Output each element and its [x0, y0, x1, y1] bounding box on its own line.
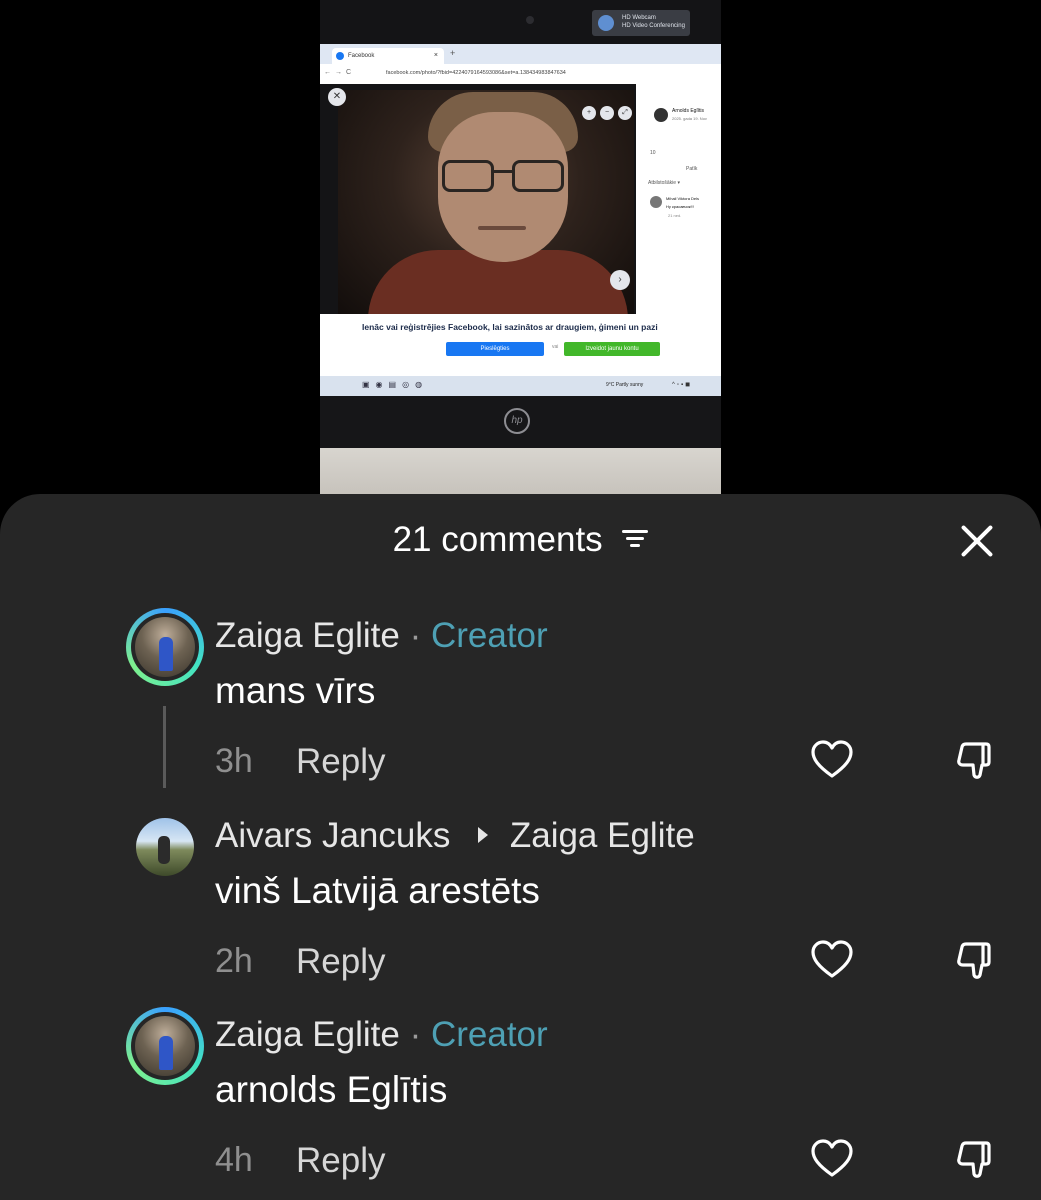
facebook-icon [336, 52, 344, 60]
portrait-glasses-left [442, 160, 494, 192]
comment-time: 3h [215, 742, 253, 780]
comment-author-line: Zaiga Eglite · Creator [215, 1015, 548, 1055]
zoom-out-icon: − [600, 106, 614, 120]
video-thumbnail[interactable]: HD Webcam HD Video Conferencing Facebook… [320, 0, 721, 494]
comments-header: 21 comments [0, 518, 1041, 560]
facebook-login-banner: Ienāc vai reģistrējies Facebook, lai saz… [320, 314, 721, 376]
avatar-figure [159, 1036, 173, 1070]
login-prompt: Ienāc vai reģistrējies Facebook, lai saz… [362, 322, 658, 332]
avatar[interactable] [136, 818, 194, 876]
facebook-side-panel: Arnolds Eglītis 2025. gada 19. Nov 10 Pa… [636, 84, 721, 314]
fb-login-button: Pieslēgties [446, 342, 544, 356]
zoom-in-icon: + [582, 106, 596, 120]
comment-text: arnolds Eglītis [215, 1069, 448, 1110]
thread-line [163, 706, 166, 788]
dislike-icon[interactable] [954, 738, 998, 782]
laptop-deck [320, 448, 721, 494]
avatar-photo [135, 617, 195, 677]
reply-button[interactable]: Reply [296, 1141, 385, 1181]
fb-comment-time: 21 ned. [668, 213, 682, 218]
viewer-zoom-controls: + − ⤢ [582, 106, 636, 120]
portrait-photo [338, 90, 634, 320]
avatar[interactable] [126, 608, 204, 686]
portrait-mouth [478, 226, 526, 230]
sort-icon[interactable] [622, 527, 649, 549]
comments-sheet: 21 comments Zaiga Eglite · Creator mans … [0, 494, 1041, 1200]
fullscreen-icon: ⤢ [618, 106, 632, 120]
taskbar-app-icons: ▣◉▤◎◍ [362, 380, 429, 389]
poster-date: 2025. gada 19. Nov [672, 116, 707, 121]
fb-commenter-name: Mihail Viktora Dels [666, 196, 700, 201]
separator-dot: · [409, 1015, 431, 1054]
creator-badge: Creator [430, 616, 548, 655]
browser-tab-title: Facebook [348, 53, 375, 59]
reply-button[interactable]: Reply [296, 942, 385, 982]
avatar-photo [135, 1016, 195, 1076]
tab-close-icon: × [433, 52, 438, 59]
close-icon[interactable] [960, 524, 994, 558]
or-label: vai [552, 344, 559, 350]
comment-author-line: Zaiga Eglite · Creator [215, 616, 548, 656]
heart-icon[interactable] [810, 938, 854, 982]
comment-time: 4h [215, 1141, 253, 1179]
comment-author-line: Aivars Jancuks Zaiga Eglite [215, 816, 695, 856]
taskbar-weather: 9°C Partly sunny [606, 382, 644, 388]
new-tab-icon: + [450, 48, 456, 58]
heart-icon[interactable] [810, 1137, 854, 1181]
like-label: Patīk [686, 166, 698, 172]
relevance-filter: Atbilstošākie ▾ [648, 180, 680, 186]
taskbar-tray-icons: ^▫▪◼ [672, 382, 693, 388]
dislike-icon[interactable] [954, 938, 998, 982]
comments-count-title: 21 comments [392, 519, 603, 559]
browser-nav-icons: ←→C [324, 69, 356, 76]
heart-icon[interactable] [810, 738, 854, 782]
fb-register-button: Izveidot jaunu kontu [564, 342, 660, 356]
poster-avatar [654, 108, 668, 122]
comment-author[interactable]: Aivars Jancuks [215, 816, 450, 855]
next-photo-icon: › [610, 270, 630, 290]
browser-url: facebook.com/photo/?fbid=422407916459308… [386, 70, 566, 76]
browser-tabbar: Facebook × + [320, 44, 721, 64]
reply-to-author[interactable]: Zaiga Eglite [510, 816, 695, 855]
comment-text: mans vīrs [215, 670, 376, 711]
dislike-icon[interactable] [954, 1137, 998, 1181]
viewer-close-icon: ✕ [328, 88, 346, 106]
comment-author[interactable]: Zaiga Eglite [215, 1015, 400, 1054]
separator-dot: · [409, 616, 431, 655]
comment-time: 2h [215, 942, 253, 980]
facebook-photo-viewer: ✕ + − ⤢ › [320, 84, 636, 320]
hp-logo: hp [504, 408, 530, 434]
like-count: 10 [650, 150, 656, 156]
avatar-figure [158, 836, 170, 864]
webcam-label: HD Webcam [622, 15, 656, 21]
avatar[interactable] [126, 1007, 204, 1085]
portrait-glasses-right [512, 160, 564, 192]
laptop-screen: Facebook × + ←→C facebook.com/photo/?fbi… [320, 44, 721, 396]
portrait-glasses-bridge [492, 170, 514, 173]
reply-button[interactable]: Reply [296, 742, 385, 782]
webcam-lens [526, 16, 534, 24]
comment-text: vinš Latvijā arestēts [215, 870, 540, 911]
browser-urlbar: ←→C facebook.com/photo/?fbid=42240791645… [320, 64, 721, 85]
poster-name: Arnolds Eglītis [672, 108, 704, 114]
webcam-sticker: HD Webcam HD Video Conferencing [592, 10, 690, 36]
webcam-sublabel: HD Video Conferencing [622, 23, 685, 29]
fb-commenter-avatar [650, 196, 662, 208]
webcam-logo-icon [598, 15, 614, 31]
windows-taskbar: ▣◉▤◎◍ 9°C Partly sunny ^▫▪◼ [320, 376, 721, 396]
fb-comment-text: Ну красавчик!!! [666, 204, 694, 209]
avatar-figure [159, 637, 173, 671]
comment-author[interactable]: Zaiga Eglite [215, 616, 400, 655]
reply-arrow-icon [478, 826, 489, 843]
browser-tab: Facebook × [332, 48, 444, 64]
creator-badge: Creator [430, 1015, 548, 1054]
